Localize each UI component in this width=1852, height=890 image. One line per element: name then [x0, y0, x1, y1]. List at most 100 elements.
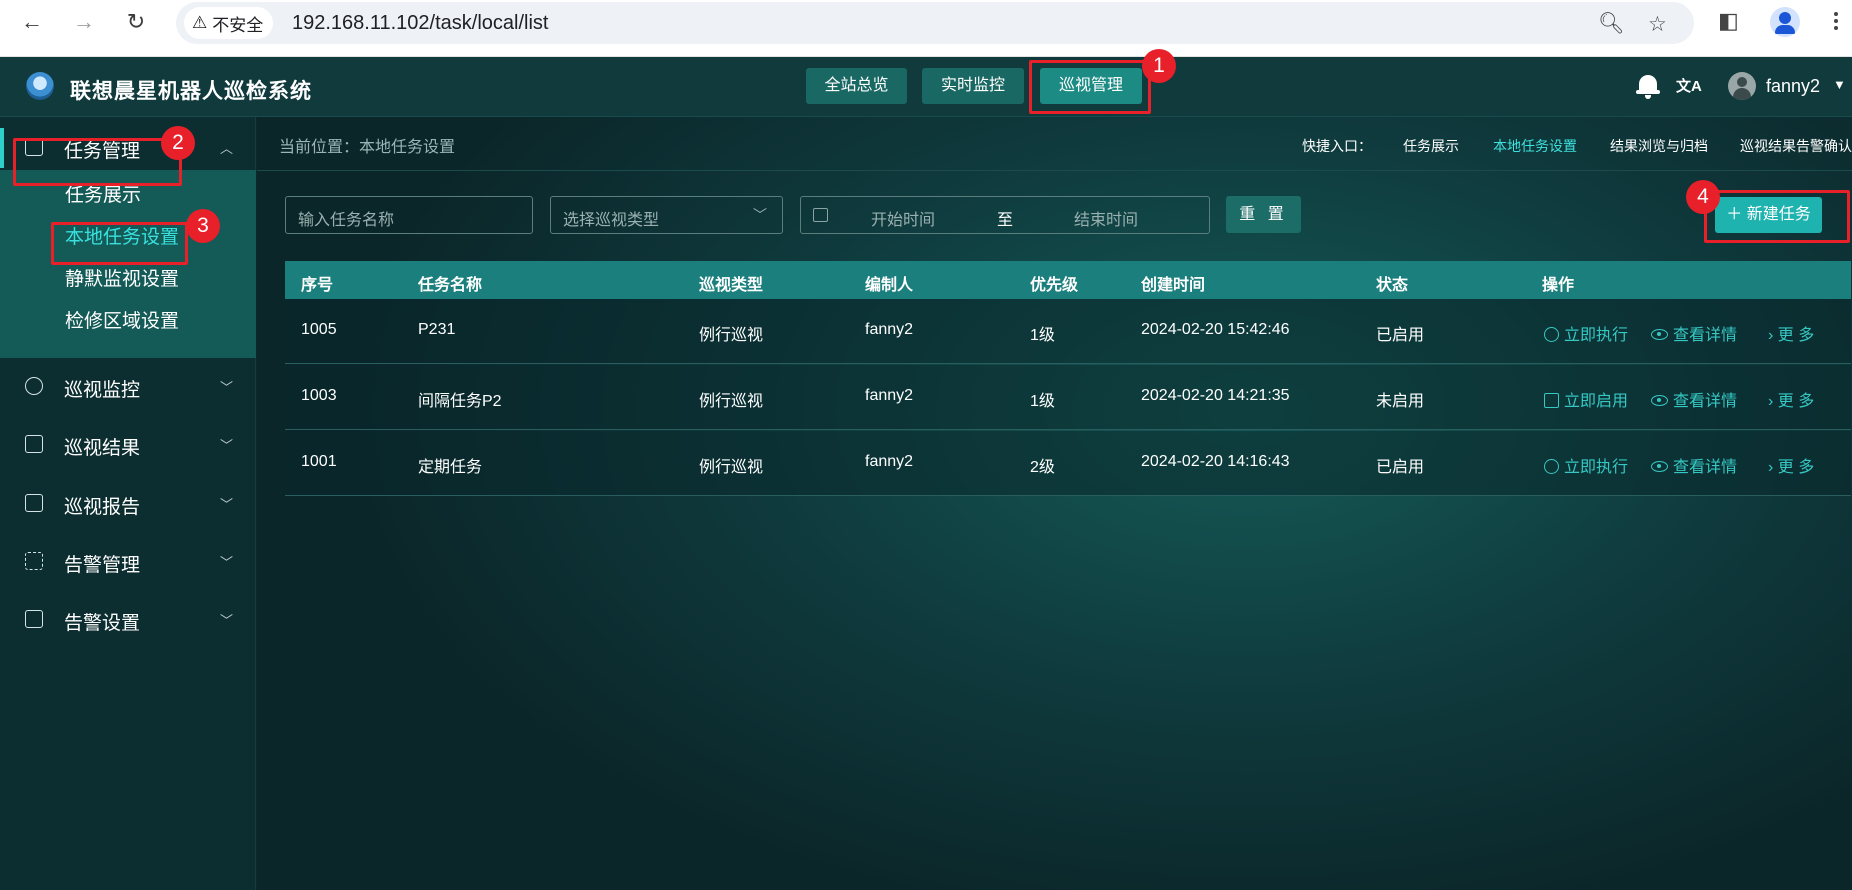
back-arrow-icon[interactable]: ← — [18, 8, 46, 36]
task-name-input[interactable]: 输入任务名称 — [285, 196, 533, 234]
warning-icon: ⚠ — [192, 13, 208, 32]
column-header-type: 巡视类型 — [699, 277, 764, 294]
chevron-down-icon: ﹀ — [220, 380, 234, 395]
tab-overview[interactable]: 全站总览 — [806, 68, 907, 104]
chevron-right-icon: › — [1768, 393, 1774, 410]
sidebar-item-label: 告警设置 — [64, 613, 141, 634]
column-header-name: 任务名称 — [418, 277, 483, 294]
robot-logo-icon — [26, 72, 54, 100]
sidebar-item-label: 告警管理 — [64, 555, 141, 576]
cell-created: 2024-02-20 14:21:35 — [1141, 387, 1290, 404]
quick-link-task-display[interactable]: 任务展示 — [1403, 136, 1459, 156]
quick-link-local-task-settings[interactable]: 本地任务设置 — [1493, 136, 1577, 156]
camera-icon — [25, 377, 43, 395]
browser-profile-icon[interactable] — [1770, 7, 1800, 37]
action-label: 立即启用 — [1564, 393, 1629, 410]
view-details-link[interactable]: 查看详情 — [1651, 321, 1737, 345]
annotation-box-4 — [1704, 190, 1850, 243]
browser-toolbar: ← → ↻ ⚠ 不安全 192.168.11.102/task/local/li… — [0, 0, 1852, 57]
sidebar-item-inspection-monitor[interactable]: 巡视监控 ﹀ — [0, 363, 256, 409]
sidebar-item-inspection-reports[interactable]: 巡视报告 ﹀ — [0, 480, 256, 526]
annotation-number-3: 3 — [186, 209, 220, 243]
sidebar-subitem-silent-monitor-settings[interactable]: 静默监视设置 — [65, 264, 179, 291]
more-link[interactable]: › 更 多 — [1768, 321, 1814, 345]
main-content: 当前位置：本地任务设置 快捷入口： 任务展示 本地任务设置 结果浏览与归档 巡视… — [257, 117, 1852, 890]
zoom-icon[interactable]: 🔍︎ — [1598, 12, 1625, 36]
view-details-link[interactable]: 查看详情 — [1651, 387, 1737, 411]
table-row: 1001 定期任务 例行巡视 fanny2 2级 2024-02-20 14:1… — [285, 431, 1851, 496]
user-name[interactable]: fanny2 — [1766, 76, 1820, 97]
cell-id: 1001 — [301, 453, 337, 470]
enable-now-link[interactable]: 立即启用 — [1544, 387, 1628, 411]
cell-author: fanny2 — [865, 453, 914, 470]
cell-author: fanny2 — [865, 387, 914, 404]
column-header-author: 编制人 — [865, 277, 914, 294]
chevron-up-icon: ︿ — [220, 141, 234, 156]
side-panel-icon[interactable]: ◧ — [1718, 8, 1739, 34]
action-label: 立即执行 — [1564, 459, 1629, 476]
quick-link-alarm-confirm[interactable]: 巡视结果告警确认 — [1740, 136, 1852, 156]
chart-icon — [25, 435, 43, 453]
address-bar[interactable]: ⚠ 不安全 192.168.11.102/task/local/list 🔍︎ … — [176, 2, 1694, 44]
quick-access-label: 快捷入口： — [1302, 138, 1372, 154]
sidebar-subitem-maintenance-area-settings[interactable]: 检修区域设置 — [65, 306, 179, 333]
chevron-down-icon: ﹀ — [220, 555, 234, 570]
sidebar-item-label: 巡视结果 — [64, 438, 141, 459]
url-text[interactable]: 192.168.11.102/task/local/list — [292, 12, 548, 35]
action-label: 更 多 — [1777, 393, 1815, 410]
browser-menu-icon[interactable] — [1834, 12, 1838, 32]
sidebar-item-inspection-results[interactable]: 巡视结果 ﹀ — [0, 421, 256, 467]
arrow-circle-icon — [1544, 327, 1559, 342]
action-label: 更 多 — [1777, 459, 1815, 476]
annotation-box-2 — [13, 138, 182, 186]
start-time-placeholder: 开始时间 — [871, 212, 936, 229]
calendar-icon — [813, 208, 828, 222]
tab-realtime-monitor[interactable]: 实时监控 — [922, 68, 1024, 104]
sidebar-item-alarm-management[interactable]: 告警管理 ﹀ — [0, 538, 256, 584]
column-header-status: 状态 — [1376, 277, 1409, 294]
more-link[interactable]: › 更 多 — [1768, 453, 1814, 477]
cell-status: 已启用 — [1376, 327, 1425, 344]
reset-button[interactable]: 重 置 — [1226, 196, 1301, 233]
active-indicator — [0, 128, 4, 168]
quick-link-results-archive[interactable]: 结果浏览与归档 — [1610, 136, 1708, 156]
action-label: 更 多 — [1777, 327, 1815, 344]
sidebar-item-alarm-settings[interactable]: 告警设置 ﹀ — [0, 596, 256, 642]
caret-down-icon[interactable]: ▼ — [1833, 77, 1846, 92]
sidebar-item-label: 巡视报告 — [64, 497, 141, 518]
range-separator: 至 — [997, 212, 1014, 229]
cell-id: 1003 — [301, 387, 337, 404]
reload-icon[interactable]: ↻ — [122, 8, 150, 36]
more-link[interactable]: › 更 多 — [1768, 387, 1814, 411]
external-link-icon — [1544, 393, 1559, 408]
avatar[interactable] — [1728, 72, 1756, 100]
cell-priority: 1级 — [1030, 327, 1055, 344]
insecure-label: 不安全 — [212, 15, 264, 35]
security-indicator[interactable]: ⚠ 不安全 — [184, 7, 274, 39]
chevron-down-icon: ﹀ — [220, 497, 234, 512]
translate-icon[interactable]: 文A — [1676, 75, 1702, 96]
column-header-actions: 操作 — [1542, 277, 1575, 294]
execute-now-link[interactable]: 立即执行 — [1544, 453, 1628, 477]
date-range-picker[interactable]: 开始时间 至 结束时间 — [800, 196, 1210, 234]
chevron-down-icon: ﹀ — [220, 613, 234, 628]
action-label: 查看详情 — [1673, 393, 1738, 410]
column-header-priority: 优先级 — [1030, 277, 1079, 294]
annotation-box-3 — [51, 222, 188, 265]
view-details-link[interactable]: 查看详情 — [1651, 453, 1737, 477]
execute-now-link[interactable]: 立即执行 — [1544, 321, 1628, 345]
table-row: 1003 间隔任务P2 例行巡视 fanny2 1级 2024-02-20 14… — [285, 365, 1851, 430]
forward-arrow-icon[interactable]: → — [70, 8, 98, 36]
cell-author: fanny2 — [865, 321, 914, 338]
eye-icon — [1651, 395, 1668, 406]
annotation-box-1 — [1029, 60, 1151, 114]
bell-icon[interactable] — [1636, 71, 1660, 99]
bookmark-star-icon[interactable]: ☆ — [1648, 12, 1667, 37]
annotation-number-4: 4 — [1686, 180, 1720, 214]
cell-created: 2024-02-20 14:16:43 — [1141, 453, 1290, 470]
cell-type: 例行巡视 — [699, 327, 764, 344]
inspection-type-select[interactable]: 选择巡视类型 ﹀ — [550, 196, 783, 234]
arrow-circle-icon — [1544, 459, 1559, 474]
chevron-down-icon: ﹀ — [753, 207, 767, 223]
table-row: 1005 P231 例行巡视 fanny2 1级 2024-02-20 15:4… — [285, 299, 1851, 364]
